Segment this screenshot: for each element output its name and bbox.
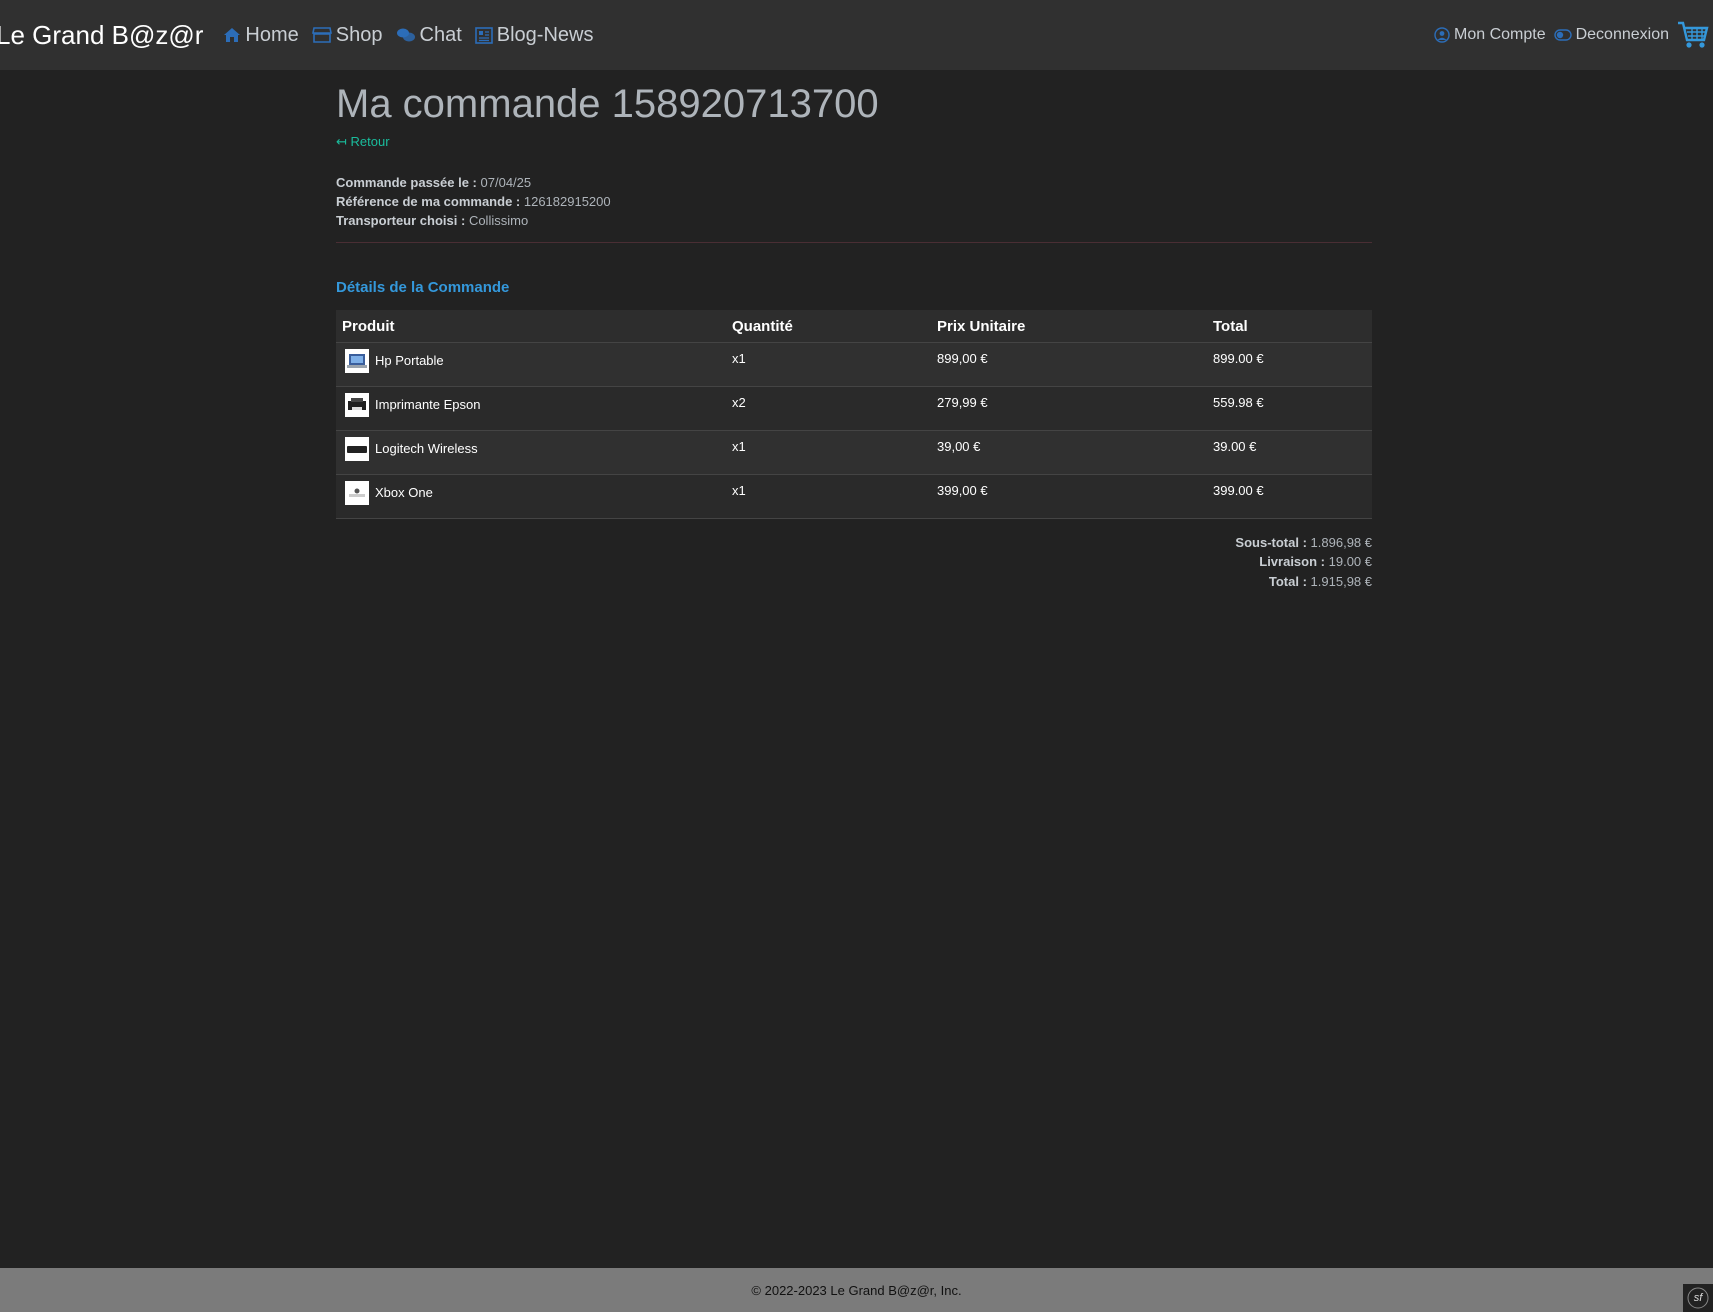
col-product: Produit	[336, 310, 726, 342]
brand-link[interactable]: Le Grand B@z@r	[0, 20, 203, 51]
logout-label: Deconnexion	[1575, 26, 1669, 43]
shipping-label: Livraison :	[1259, 554, 1325, 569]
order-date-label: Commande passée le :	[336, 175, 477, 190]
nav-blog-label: Blog-News	[496, 23, 594, 46]
laptop-icon	[347, 353, 367, 368]
product-name: Logitech Wireless	[375, 441, 478, 456]
total-value: 1.915,98 €	[1310, 573, 1372, 589]
product-thumbnail	[345, 436, 369, 461]
shipping-value: 19.00 €	[1328, 554, 1372, 569]
symfony-badge-label: sf	[1693, 1292, 1703, 1304]
toggle-icon	[1553, 29, 1572, 41]
quantity-cell: x2	[726, 385, 931, 430]
col-unit-price: Prix Unitaire	[931, 310, 1207, 342]
table-row: Imprimante Epson x2 279,99 € 559.98 €	[336, 385, 1372, 430]
order-reference-value: 126182915200	[523, 194, 611, 209]
col-total: Total	[1207, 310, 1372, 342]
product-cell: Hp Portable	[336, 341, 726, 386]
quantity-cell: x1	[726, 473, 931, 519]
back-link[interactable]: ↤ Retour	[336, 134, 390, 150]
back-label: Retour	[350, 134, 390, 149]
divider	[336, 242, 1372, 243]
nav-left: Home Shop Chat Blog-News	[223, 24, 606, 47]
footer-copyright: © 2022-2023 Le Grand B@z@r, Inc.	[751, 1282, 962, 1298]
table-row: Xbox One x1 399,00 € 399.00 €	[336, 473, 1372, 519]
keyboard-icon	[347, 445, 367, 453]
unit-price-cell: 39,00 €	[931, 429, 1207, 474]
product-name: Imprimante Epson	[375, 397, 481, 412]
navbar: Le Grand B@z@r Home Shop Chat Blog-News …	[0, 0, 1713, 70]
total-cell: 39.00 €	[1207, 429, 1372, 474]
nav-right: Mon Compte Deconnexion	[1434, 0, 1713, 70]
order-carrier-value: Collissimo	[468, 213, 529, 228]
product-thumbnail	[345, 392, 369, 417]
subtotal-label: Sous-total :	[1235, 534, 1307, 550]
back-arrow-icon: ↤	[336, 134, 347, 149]
nav-home-label: Home	[245, 23, 299, 46]
nav-blog-link[interactable]: Blog-News	[474, 23, 594, 47]
total-cell: 399.00 €	[1207, 473, 1372, 519]
chat-icon	[396, 28, 415, 42]
subtotal-line: Sous-total : 1.896,98 €	[336, 533, 1372, 553]
main-content: Ma commande 158920713700 ↤ Retour Comman…	[336, 70, 1372, 591]
unit-price-cell: 899,00 €	[931, 341, 1207, 386]
table-row: Hp Portable x1 899,00 € 899.00 €	[336, 341, 1372, 386]
product-cell: Logitech Wireless	[336, 429, 726, 474]
cart-icon	[1678, 21, 1709, 48]
details-title: Détails de la Commande	[336, 279, 510, 296]
total-line: Total : 1.915,98 €	[336, 572, 1372, 592]
order-table: Produit Quantité Prix Unitaire Total Hp …	[336, 310, 1372, 519]
order-carrier-label: Transporteur choisi :	[336, 213, 466, 228]
table-row: Logitech Wireless x1 39,00 € 39.00 €	[336, 429, 1372, 474]
shop-icon	[311, 27, 332, 43]
product-thumbnail	[345, 348, 369, 373]
product-name: Hp Portable	[375, 353, 444, 368]
nav-chat-link[interactable]: Chat	[396, 24, 462, 47]
home-icon	[224, 28, 241, 42]
table-header-row: Produit Quantité Prix Unitaire Total	[336, 310, 1372, 342]
order-reference-line: Référence de ma commande : 126182915200	[336, 192, 1372, 211]
nav-home-link[interactable]: Home	[223, 23, 299, 47]
nav-chat-label: Chat	[419, 23, 462, 46]
account-link[interactable]: Mon Compte	[1434, 26, 1546, 44]
order-date-line: Commande passée le : 07/04/25	[336, 173, 1372, 192]
nav-shop-label: Shop	[335, 23, 383, 46]
symfony-toolbar-button[interactable]: sf	[1683, 1284, 1713, 1312]
footer: © 2022-2023 Le Grand B@z@r, Inc. sf	[0, 1268, 1713, 1312]
total-cell: 559.98 €	[1207, 385, 1372, 430]
product-cell: Imprimante Epson	[336, 385, 726, 430]
quantity-cell: x1	[726, 429, 931, 474]
page-title: Ma commande 158920713700	[336, 82, 879, 126]
product-name: Xbox One	[375, 485, 433, 500]
newspaper-icon	[474, 26, 493, 44]
nav-shop-link[interactable]: Shop	[311, 23, 383, 47]
order-info: Commande passée le : 07/04/25 Référence …	[336, 173, 1372, 230]
col-quantity: Quantité	[726, 310, 931, 342]
order-carrier-line: Transporteur choisi : Collissimo	[336, 211, 1372, 230]
product-thumbnail	[345, 480, 369, 505]
console-icon	[349, 488, 365, 497]
logout-link[interactable]: Deconnexion	[1553, 26, 1669, 44]
unit-price-cell: 279,99 €	[931, 385, 1207, 430]
printer-icon	[348, 397, 366, 410]
user-circle-icon	[1434, 27, 1450, 43]
order-date-value: 07/04/25	[480, 175, 532, 190]
subtotal-value: 1.896,98 €	[1310, 534, 1372, 550]
shipping-line: Livraison : 19.00 €	[336, 552, 1372, 572]
total-cell: 899.00 €	[1207, 341, 1372, 386]
product-cell: Xbox One	[336, 473, 726, 519]
account-label: Mon Compte	[1454, 26, 1546, 43]
quantity-cell: x1	[726, 341, 931, 386]
order-reference-label: Référence de ma commande :	[336, 194, 521, 209]
order-totals: Sous-total : 1.896,98 € Livraison : 19.0…	[336, 533, 1372, 592]
unit-price-cell: 399,00 €	[931, 473, 1207, 519]
total-label: Total :	[1268, 573, 1307, 589]
cart-button[interactable]	[1677, 20, 1709, 50]
